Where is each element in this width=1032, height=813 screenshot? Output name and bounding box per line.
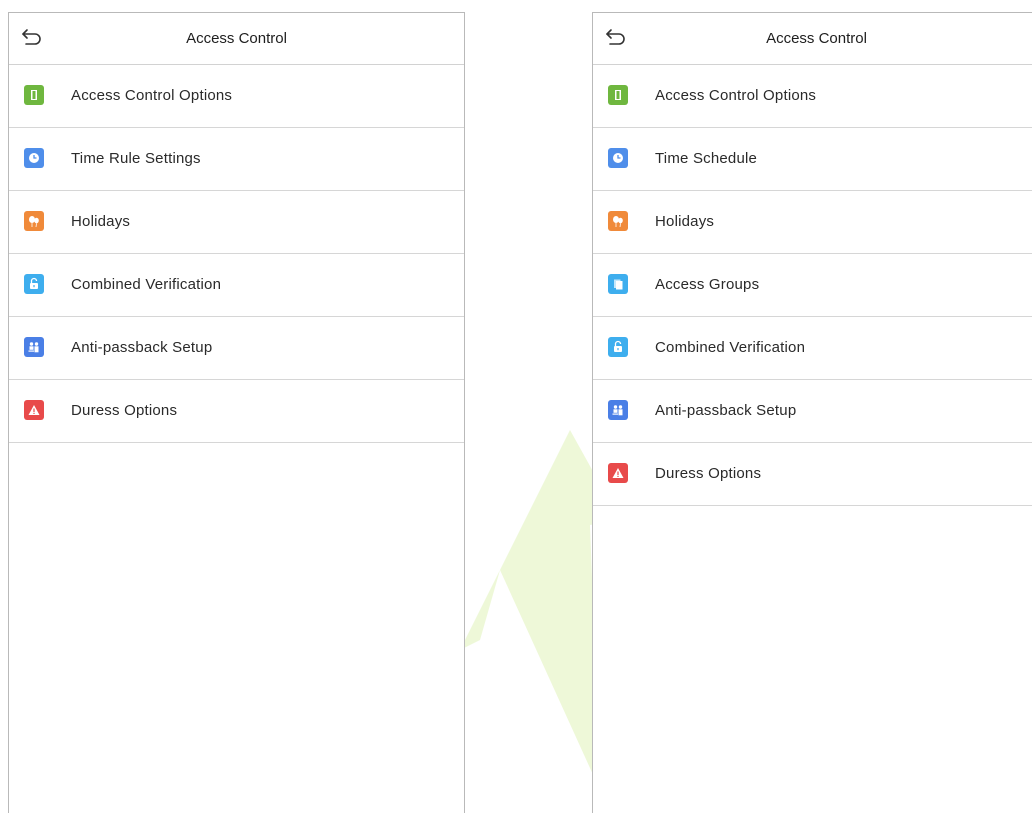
access-control-screen-right: Access Control Access Control Options Ti…	[592, 12, 1032, 813]
menu-item-label: Access Control Options	[71, 87, 233, 104]
clock-icon	[608, 148, 628, 168]
menu-item-label: Access Control Options	[655, 87, 817, 104]
menu-item-access-groups[interactable]: Access Groups	[593, 254, 1032, 317]
menu-item-time-schedule[interactable]: Time Schedule	[593, 128, 1032, 191]
door-icon	[608, 85, 628, 105]
menu-item-time-rule-settings[interactable]: Time Rule Settings	[9, 128, 464, 191]
unlock-icon	[608, 337, 628, 357]
warning-icon	[24, 400, 44, 420]
group-doc-icon	[608, 274, 628, 294]
people-icon	[24, 337, 44, 357]
menu-item-holidays[interactable]: Holidays	[593, 191, 1032, 254]
people-icon	[608, 400, 628, 420]
header: Access Control	[593, 13, 1032, 65]
menu-item-label: Time Rule Settings	[71, 150, 201, 167]
menu-item-access-control-options[interactable]: Access Control Options	[593, 65, 1032, 128]
clock-icon	[24, 148, 44, 168]
menu-item-label: Duress Options	[655, 465, 762, 482]
menu-item-holidays[interactable]: Holidays	[9, 191, 464, 254]
menu-item-anti-passback-setup[interactable]: Anti-passback Setup	[9, 317, 464, 380]
door-icon	[24, 85, 44, 105]
page-title: Access Control	[766, 30, 867, 47]
menu-item-label: Anti-passback Setup	[655, 402, 797, 419]
menu-item-label: Combined Verification	[655, 339, 806, 356]
balloon-icon	[608, 211, 628, 231]
menu-item-label: Access Groups	[655, 276, 760, 293]
menu-item-duress-options[interactable]: Duress Options	[593, 443, 1032, 506]
warning-icon	[608, 463, 628, 483]
menu-item-label: Time Schedule	[655, 150, 758, 167]
menu-item-label: Duress Options	[71, 402, 178, 419]
unlock-icon	[24, 274, 44, 294]
menu-item-combined-verification[interactable]: Combined Verification	[593, 317, 1032, 380]
menu-item-duress-options[interactable]: Duress Options	[9, 380, 464, 443]
balloon-icon	[24, 211, 44, 231]
menu-item-label: Combined Verification	[71, 276, 222, 293]
access-control-screen-left: Access Control Access Control Options Ti…	[8, 12, 465, 813]
menu-item-label: Holidays	[655, 213, 715, 230]
header: Access Control	[9, 13, 464, 65]
menu-item-anti-passback-setup[interactable]: Anti-passback Setup	[593, 380, 1032, 443]
menu-item-combined-verification[interactable]: Combined Verification	[9, 254, 464, 317]
menu-item-label: Holidays	[71, 213, 131, 230]
page-title: Access Control	[186, 30, 287, 47]
menu-item-label: Anti-passback Setup	[71, 339, 213, 356]
menu-item-access-control-options[interactable]: Access Control Options	[9, 65, 464, 128]
